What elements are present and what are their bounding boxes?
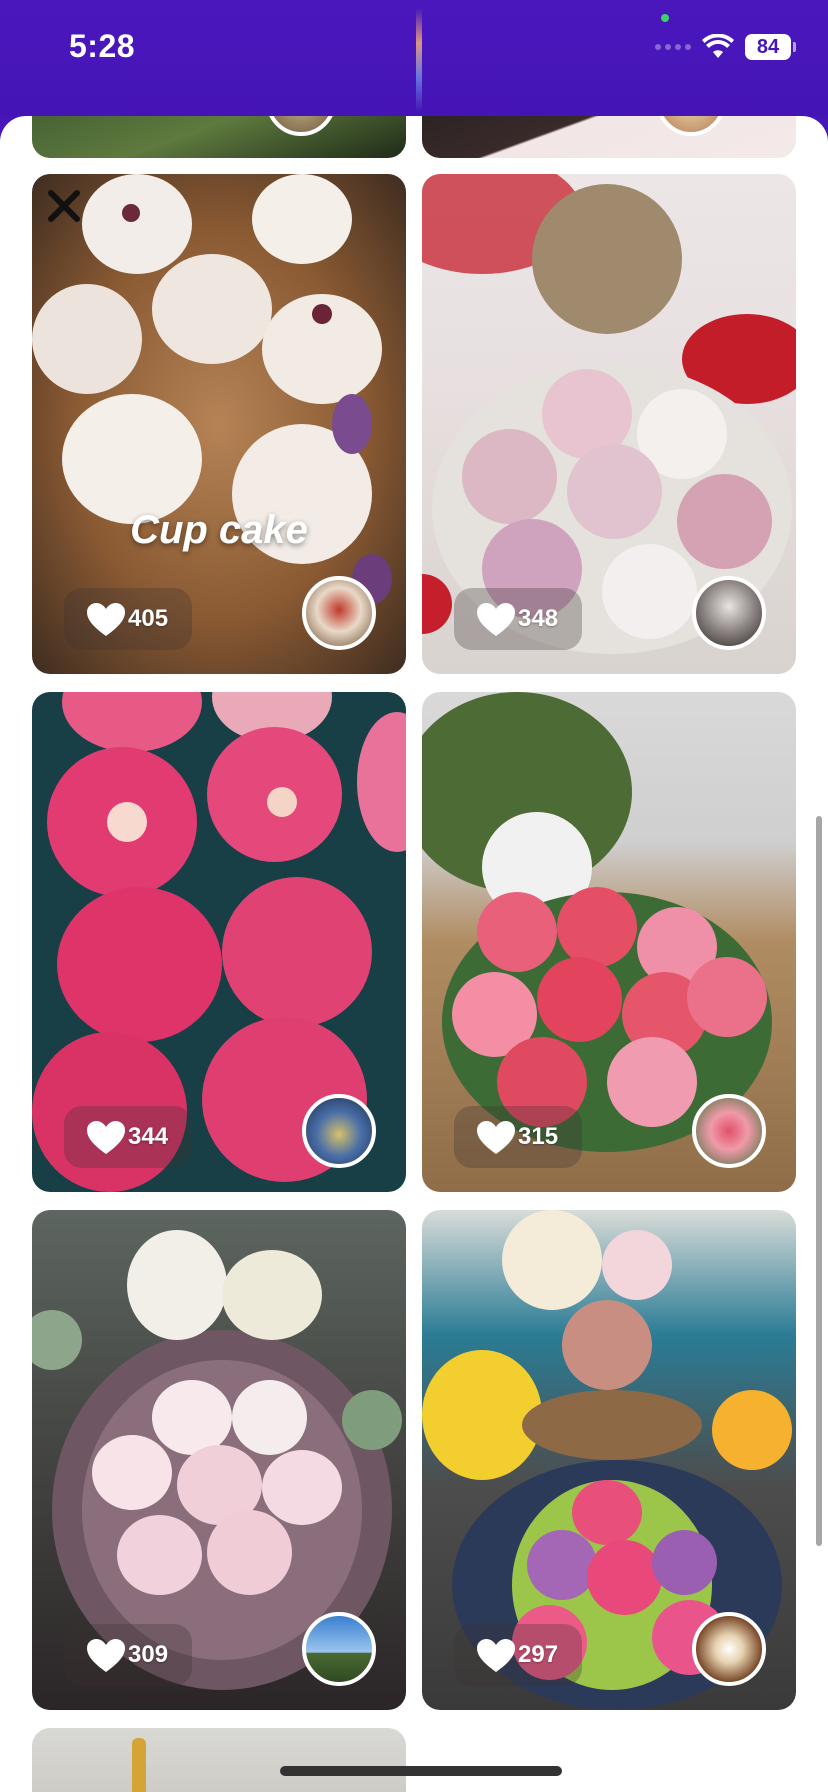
feed-sheet[interactable]: Cup cake 405 348 344 315 309 297 bbox=[0, 116, 828, 1792]
camera-indicator-icon bbox=[661, 14, 669, 22]
avatar[interactable] bbox=[302, 1094, 376, 1168]
like-button[interactable]: 405 bbox=[64, 588, 192, 650]
battery-level: 84 bbox=[745, 34, 791, 60]
like-button[interactable]: 297 bbox=[454, 1624, 582, 1686]
camera-streak bbox=[416, 8, 422, 112]
card-title: Cup cake bbox=[130, 508, 308, 552]
feed-card[interactable]: Cup cake 405 bbox=[32, 174, 406, 674]
home-indicator[interactable] bbox=[280, 1766, 562, 1776]
avatar[interactable] bbox=[302, 1612, 376, 1686]
wifi-icon bbox=[702, 34, 734, 58]
avatar[interactable] bbox=[692, 576, 766, 650]
like-button[interactable]: 315 bbox=[454, 1106, 582, 1168]
like-button[interactable]: 309 bbox=[64, 1624, 192, 1686]
avatar[interactable] bbox=[302, 576, 376, 650]
scrollbar[interactable] bbox=[816, 816, 822, 1546]
like-count: 309 bbox=[128, 1641, 169, 1668]
feed-card-partial-left[interactable] bbox=[32, 116, 406, 158]
status-bar: 5:28 84 bbox=[0, 0, 828, 116]
feed-card[interactable]: 297 bbox=[422, 1210, 796, 1710]
avatar[interactable] bbox=[692, 1612, 766, 1686]
like-count: 297 bbox=[518, 1641, 559, 1668]
close-icon[interactable] bbox=[46, 188, 82, 224]
like-count: 348 bbox=[518, 605, 559, 632]
feed-card[interactable]: 315 bbox=[422, 692, 796, 1192]
heart-icon bbox=[477, 1639, 515, 1672]
status-time: 5:28 bbox=[69, 28, 136, 64]
like-count: 344 bbox=[128, 1123, 169, 1150]
heart-icon bbox=[477, 603, 515, 636]
heart-icon bbox=[87, 1121, 125, 1154]
heart-icon bbox=[477, 1121, 515, 1154]
avatar[interactable] bbox=[692, 1094, 766, 1168]
like-count: 315 bbox=[518, 1123, 559, 1150]
like-button[interactable]: 344 bbox=[64, 1106, 192, 1168]
like-button[interactable]: 348 bbox=[454, 588, 582, 650]
feed-card[interactable]: 309 bbox=[32, 1210, 406, 1710]
cellular-signal-icon bbox=[655, 44, 691, 50]
status-icons: 84 bbox=[655, 34, 796, 60]
feed-card[interactable]: 348 bbox=[422, 174, 796, 674]
feed-card-partial-right[interactable] bbox=[422, 116, 796, 158]
feed-card-partial-bottom[interactable] bbox=[32, 1728, 406, 1792]
heart-icon bbox=[87, 1639, 125, 1672]
like-count: 405 bbox=[128, 605, 169, 632]
heart-icon bbox=[87, 603, 125, 636]
feed-card[interactable]: 344 bbox=[32, 692, 406, 1192]
battery-icon bbox=[793, 42, 796, 52]
